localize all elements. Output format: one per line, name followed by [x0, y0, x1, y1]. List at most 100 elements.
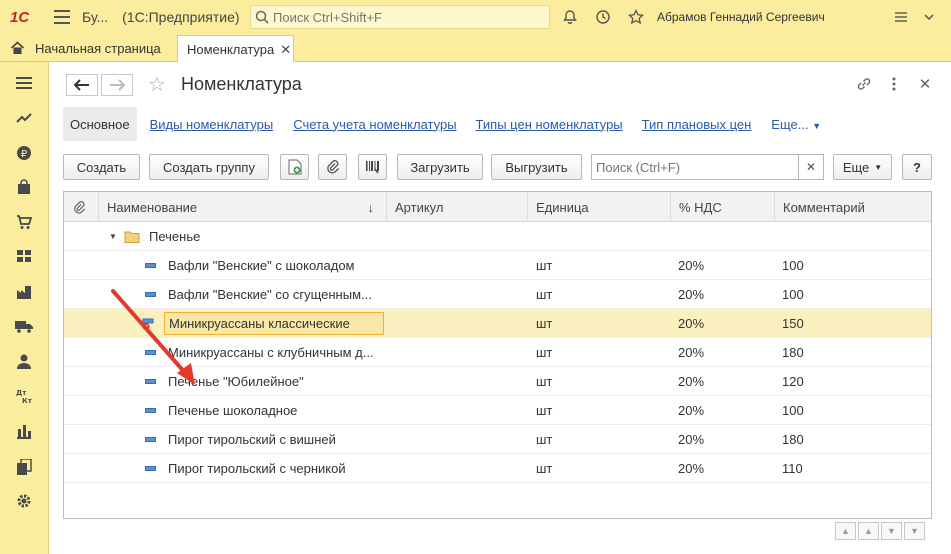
list-search[interactable]: ✕ — [591, 154, 824, 180]
cell-comment[interactable]: 110 — [782, 454, 922, 483]
close-window-icon[interactable]: ✕ — [915, 74, 935, 94]
cell-article[interactable] — [395, 396, 525, 425]
add-copy-button[interactable] — [280, 154, 309, 180]
cell-comment[interactable]: 100 — [782, 280, 922, 309]
unload-button[interactable]: Выгрузить — [491, 154, 582, 180]
cell-article[interactable] — [395, 454, 525, 483]
scroll-top-icon[interactable]: ▲ — [835, 522, 856, 540]
attachments-column-icon[interactable] — [64, 192, 98, 222]
cell-unit[interactable]: шт — [536, 251, 666, 280]
list-search-input[interactable] — [592, 159, 798, 175]
more-button[interactable]: Еще ▼ — [833, 154, 892, 180]
cell-name[interactable]: Пирог тирольский с черникой — [168, 454, 383, 483]
tab-nomenclature[interactable]: Номенклатура ✕ — [177, 35, 294, 63]
warehouse-grid-icon[interactable] — [15, 247, 33, 265]
sections-menu-icon[interactable] — [15, 74, 33, 92]
back-button[interactable] — [66, 74, 98, 96]
cart-icon[interactable] — [15, 213, 33, 231]
ruble-icon[interactable]: ₽ — [15, 144, 33, 162]
cell-vat[interactable]: 20% — [678, 338, 768, 367]
load-button[interactable]: Загрузить — [397, 154, 483, 180]
history-icon[interactable] — [594, 8, 612, 26]
table-row[interactable]: Пирог тирольский с черникой шт 20% 110 — [64, 454, 931, 483]
column-article[interactable]: Артикул — [386, 192, 527, 222]
cell-unit[interactable]: шт — [536, 425, 666, 454]
cell-article[interactable] — [395, 425, 525, 454]
cell-vat[interactable]: 20% — [678, 454, 768, 483]
attach-button[interactable] — [318, 154, 347, 180]
help-button[interactable]: ? — [902, 154, 932, 180]
settings-icon[interactable] — [892, 8, 910, 26]
link-icon[interactable] — [854, 74, 874, 94]
clear-search-icon[interactable]: ✕ — [798, 154, 823, 180]
forward-button[interactable] — [101, 74, 133, 96]
link-price-types[interactable]: Типы цен номенклатуры — [476, 117, 623, 132]
cell-article[interactable] — [395, 309, 525, 338]
cell-name[interactable]: Миникруассаны с клубничным д... — [168, 338, 383, 367]
window-menu-icon[interactable] — [920, 8, 938, 26]
cell-vat[interactable]: 20% — [678, 367, 768, 396]
cell-name[interactable]: Печенье "Юбилейное" — [168, 367, 383, 396]
cell-article[interactable] — [395, 367, 525, 396]
favorite-star-icon[interactable]: ☆ — [148, 72, 166, 97]
cell-comment[interactable]: 100 — [782, 396, 922, 425]
scroll-down-icon[interactable]: ▼ — [881, 522, 902, 540]
scroll-bottom-icon[interactable]: ▼ — [904, 522, 925, 540]
cell-name[interactable]: Пирог тирольский с вишней — [168, 425, 383, 454]
cell-unit[interactable]: шт — [536, 338, 666, 367]
barcode-button[interactable] — [358, 154, 387, 180]
truck-icon[interactable] — [15, 317, 33, 335]
trend-chart-icon[interactable] — [15, 108, 33, 126]
column-comment[interactable]: Комментарий — [774, 192, 931, 222]
bell-icon[interactable] — [561, 8, 579, 26]
tab-main[interactable]: Основное — [63, 107, 137, 141]
cell-vat[interactable]: 20% — [678, 396, 768, 425]
menu-icon[interactable] — [54, 10, 70, 24]
cell-vat[interactable]: 20% — [678, 309, 768, 338]
cell-name[interactable]: Вафли "Венские" со сгущенным... — [168, 280, 383, 309]
bar-chart-icon[interactable] — [15, 422, 33, 440]
cell-name[interactable]: Печенье шоколадное — [168, 396, 383, 425]
gear-icon[interactable] — [15, 492, 33, 510]
table-row[interactable]: Вафли "Венские" с шоколадом шт 20% 100 — [64, 251, 931, 280]
cell-unit[interactable]: шт — [536, 454, 666, 483]
cell-article[interactable] — [395, 280, 525, 309]
global-search-input[interactable] — [273, 9, 543, 25]
cell-unit[interactable]: шт — [536, 396, 666, 425]
global-search[interactable] — [250, 5, 550, 29]
cell-unit[interactable]: шт — [536, 280, 666, 309]
cell-vat[interactable]: 20% — [678, 280, 768, 309]
favorites-star-icon[interactable] — [627, 8, 645, 26]
cell-vat[interactable]: 20% — [678, 251, 768, 280]
close-icon[interactable]: ✕ — [280, 42, 291, 58]
cell-vat[interactable]: 20% — [678, 425, 768, 454]
tabs-more-menu[interactable]: Еще... ▼ — [771, 117, 821, 132]
create-group-button[interactable]: Создать группу — [149, 154, 269, 180]
cell-unit[interactable]: шт — [536, 367, 666, 396]
expand-triangle-icon[interactable]: ▼ — [109, 222, 121, 251]
column-unit[interactable]: Единица — [527, 192, 670, 222]
scroll-up-icon[interactable]: ▲ — [858, 522, 879, 540]
table-row-group[interactable]: ▼ Печенье — [64, 222, 931, 251]
more-vertical-icon[interactable] — [884, 74, 904, 94]
link-accounts[interactable]: Счета учета номенклатуры — [293, 117, 456, 132]
shopping-bag-icon[interactable] — [15, 178, 33, 196]
cell-comment[interactable]: 180 — [782, 338, 922, 367]
create-button[interactable]: Создать — [63, 154, 140, 180]
cell-unit[interactable]: шт — [536, 309, 666, 338]
cell-comment[interactable]: 180 — [782, 425, 922, 454]
cell-name[interactable]: Вафли "Венские" с шоколадом — [168, 251, 383, 280]
link-nomenclature-types[interactable]: Виды номенклатуры — [150, 117, 274, 132]
cell-comment[interactable]: 120 — [782, 367, 922, 396]
table-row[interactable]: Печенье шоколадное шт 20% 100 — [64, 396, 931, 425]
column-name[interactable]: Наименование ↓ — [98, 192, 386, 222]
tab-home[interactable]: Начальная страница — [0, 34, 161, 62]
user-name[interactable]: Абрамов Геннадий Сергеевич — [657, 10, 825, 24]
column-vat[interactable]: % НДС — [670, 192, 774, 222]
documents-icon[interactable] — [15, 458, 33, 476]
table-row[interactable]: Пирог тирольский с вишней шт 20% 180 — [64, 425, 931, 454]
user-icon[interactable] — [15, 352, 33, 370]
cell-comment[interactable]: 100 — [782, 251, 922, 280]
production-icon[interactable] — [15, 283, 33, 301]
debit-credit-icon[interactable]: Дт Кт — [15, 387, 33, 405]
